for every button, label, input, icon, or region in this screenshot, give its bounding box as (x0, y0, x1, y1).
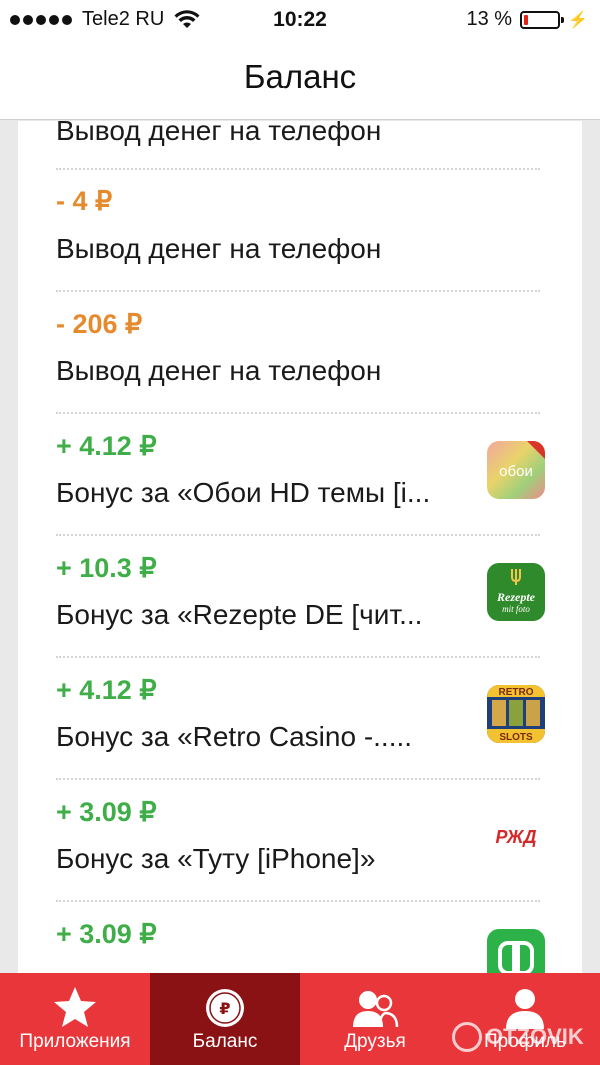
oboi-app-icon: обои (487, 441, 545, 499)
status-bar: Tele2 RU 10:22 13 % ⚡ (0, 0, 600, 40)
battery-icon (520, 10, 565, 29)
watermark-logo-icon (452, 1022, 482, 1052)
transaction-amount: + 4.12 ₽ (56, 675, 157, 705)
rzd-app-icon: РЖД (487, 807, 545, 865)
divider (56, 290, 540, 292)
transaction-amount: - 206 ₽ (56, 309, 143, 339)
transaction-description: Вывод денег на телефон (56, 121, 382, 146)
transaction-description: Вывод денег на телефон (56, 233, 382, 264)
charging-icon: ⚡ (568, 11, 588, 29)
divider (56, 412, 540, 414)
divider (56, 900, 540, 902)
svg-text:₽: ₽ (219, 999, 230, 1018)
transaction-description: Бонус за «Обои HD темы [i... (56, 477, 431, 508)
tab-label: Приложения (19, 1031, 131, 1052)
transaction-amount: + 3.09 ₽ (56, 919, 157, 949)
ruble-coin-icon: ₽ (206, 989, 244, 1027)
svg-text:РЖД: РЖД (495, 827, 536, 847)
transaction-amount: + 3.09 ₽ (56, 797, 157, 827)
transaction-description: Бонус за «Туту [iPhone]» (56, 843, 376, 874)
transaction-amount: - 4 ₽ (56, 186, 113, 216)
star-icon (54, 987, 96, 1027)
rezepte-app-icon: Rezepte mit foto (487, 563, 545, 621)
tab-balance[interactable]: ₽ Баланс (150, 973, 300, 1065)
transaction-description: Вывод денег на телефон (56, 355, 382, 386)
divider (56, 168, 540, 170)
retro-slots-app-icon: RETRO SLOTS (487, 685, 545, 743)
transaction-description: Бонус за «Retro Casino -..... (56, 721, 413, 752)
tab-label: Друзья (344, 1031, 406, 1052)
battery-percent: 13 % (466, 8, 513, 30)
svg-text:mit foto: mit foto (502, 604, 530, 614)
transaction-amount: + 4.12 ₽ (56, 431, 157, 461)
divider (56, 656, 540, 658)
tab-apps[interactable]: Приложения (0, 973, 150, 1065)
navigation-bar: Баланс (0, 40, 600, 120)
transaction-list[interactable]: Вывод денег на телефон - 4 ₽ Вывод денег… (18, 121, 582, 973)
tab-label: Баланс (192, 1031, 258, 1052)
watermark: OTZOVIK (452, 1022, 584, 1052)
divider (56, 534, 540, 536)
tab-friends[interactable]: Друзья (300, 973, 450, 1065)
page-title: Баланс (243, 58, 357, 95)
friends-icon (353, 991, 399, 1028)
svg-text:RETRO: RETRO (499, 687, 534, 698)
green-app-icon (487, 929, 545, 973)
svg-text:Rezepte: Rezepte (496, 590, 536, 604)
svg-text:SLOTS: SLOTS (499, 732, 533, 743)
transaction-amount: + 10.3 ₽ (56, 553, 157, 583)
battery-info: 13 % ⚡ (466, 8, 588, 31)
icon-label: обои (499, 463, 533, 480)
divider (56, 778, 540, 780)
transaction-description: Бонус за «Rezepte DE [чит... (56, 599, 423, 630)
watermark-text: OTZOVIK (486, 1024, 584, 1049)
